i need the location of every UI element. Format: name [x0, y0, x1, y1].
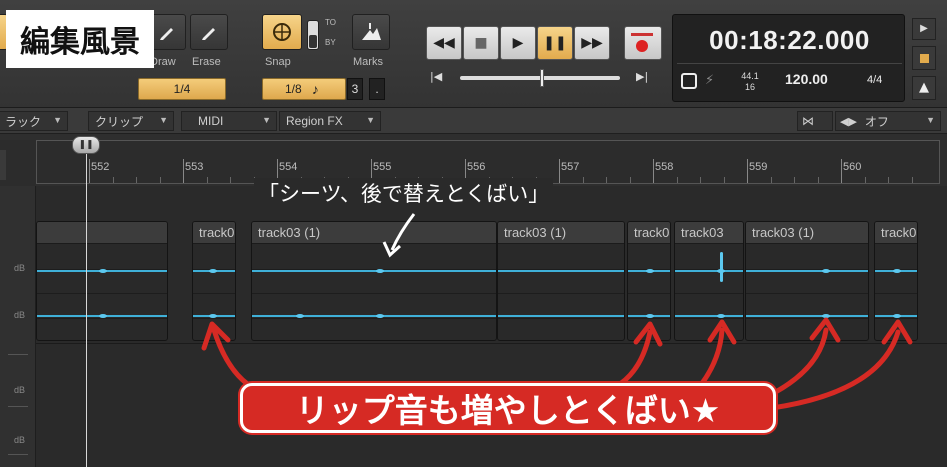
bottom-caption: リップ音も増やしとくばい★	[240, 383, 776, 433]
arrow-icon	[390, 213, 416, 251]
daw-window: Draw Erase 1/4 TO BY Snap 1/8 ♪ 3 . Mark…	[0, 0, 947, 467]
